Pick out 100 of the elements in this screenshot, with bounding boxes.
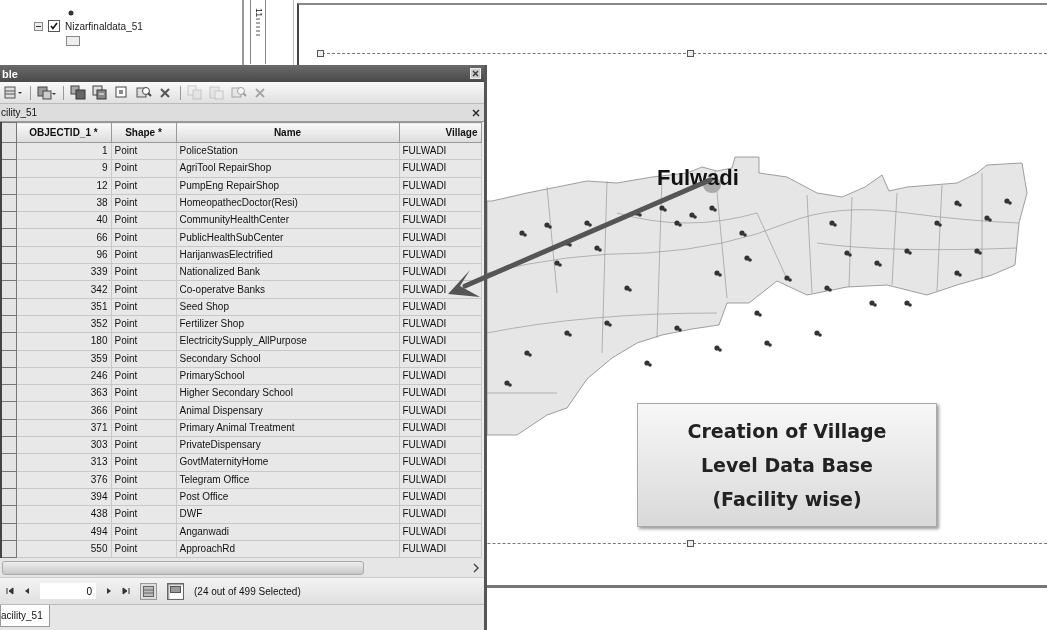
- table-cell: Seed Shop: [176, 298, 399, 316]
- table-cell: ElectricitySupply_AllPurpose: [176, 332, 399, 351]
- table-cell: PoliceStation: [176, 142, 399, 160]
- table-cell: FULWADI: [399, 246, 481, 264]
- table-cell: Point: [111, 505, 176, 524]
- table-cell: Point: [111, 298, 176, 316]
- table-cell: 359: [16, 350, 111, 368]
- selection-status: (24 out of 499 Selected): [194, 585, 301, 597]
- table-cell: Co-operatve Banks: [176, 280, 399, 299]
- layer-checkbox[interactable]: [48, 20, 60, 32]
- table-cell: 12: [16, 177, 111, 195]
- table-cell: 550: [16, 540, 111, 558]
- table-cell: Point: [111, 246, 176, 264]
- column-header[interactable]: Shape *: [111, 122, 176, 143]
- table-cell: Point: [111, 419, 176, 437]
- table-cell: Point: [111, 367, 176, 385]
- table-cell: FULWADI: [399, 159, 481, 178]
- table-cell: 494: [16, 523, 111, 541]
- table-cell: 66: [16, 229, 111, 247]
- table-tab[interactable]: cility_51: [1, 107, 38, 118]
- table-cell: FULWADI: [399, 419, 481, 437]
- table-cell: DWF: [176, 505, 399, 524]
- table-cell: PrimarySchool: [176, 367, 399, 385]
- show-selected-records-button[interactable]: [167, 582, 184, 600]
- ruler-label: 11: [253, 8, 263, 18]
- polygon-swatch-icon: [66, 36, 80, 46]
- table-cell: 180: [16, 332, 111, 351]
- table-cell: PublicHealthSubCenter: [176, 229, 399, 247]
- last-record-icon[interactable]: [122, 587, 130, 596]
- table-cell: FULWADI: [399, 384, 481, 402]
- show-all-records-button[interactable]: [140, 582, 157, 600]
- table-cell: 1: [16, 142, 111, 160]
- table-cell: Point: [111, 488, 176, 506]
- table-cell: FULWADI: [399, 298, 481, 316]
- table-cell: Point: [111, 436, 176, 454]
- table-cell: FULWADI: [399, 401, 481, 420]
- table-cell: 351: [16, 298, 111, 316]
- table-cell: 246: [16, 367, 111, 385]
- column-header[interactable]: OBJECTID_1 *: [16, 122, 111, 143]
- table-cell: 9: [16, 159, 111, 178]
- table-cell: Point: [111, 229, 176, 247]
- clear-selection-icon[interactable]: [114, 85, 130, 100]
- table-cell: Point: [111, 194, 176, 212]
- close-icon[interactable]: [472, 108, 480, 117]
- table-cell: Nationalized Bank: [176, 263, 399, 281]
- table-cell: FULWADI: [399, 505, 481, 524]
- select-all-header[interactable]: [1, 122, 16, 143]
- table-tab[interactable]: acility_51: [0, 605, 50, 628]
- switch-selection-icon[interactable]: [92, 85, 108, 100]
- all-records-icon: [143, 585, 154, 597]
- table-cell: FULWADI: [399, 194, 481, 212]
- previous-record-icon[interactable]: [24, 587, 30, 596]
- next-record-icon[interactable]: [106, 587, 112, 596]
- table-cell: Point: [111, 142, 176, 160]
- related-tables-icon[interactable]: [37, 85, 57, 100]
- layer-name[interactable]: Nizarfinaldata_51: [65, 20, 143, 32]
- selection-handle[interactable]: [317, 50, 324, 57]
- table-cell: Animal Dispensary: [176, 401, 399, 420]
- table-cell: Point: [111, 523, 176, 541]
- table-cell: 96: [16, 246, 111, 264]
- select-records-icon[interactable]: [70, 85, 86, 100]
- table-cell: FULWADI: [399, 453, 481, 472]
- table-cell: Primary Animal Treatment: [176, 419, 399, 437]
- table-cell: 339: [16, 263, 111, 281]
- table-cell: PumpEng RepairShop: [176, 177, 399, 195]
- point-symbol-icon: [68, 10, 74, 16]
- table-cell: Anganwadi: [176, 523, 399, 541]
- table-cell: Point: [111, 211, 176, 229]
- table-cell: Point: [111, 540, 176, 558]
- table-cell: Telegram Office: [176, 471, 399, 489]
- first-record-icon[interactable]: [6, 587, 14, 596]
- callout-box: Creation of Village Level Data Base (Facility wise): [637, 403, 937, 527]
- table-cell: GovtMaternityHome: [176, 453, 399, 472]
- table-cell: FULWADI: [399, 436, 481, 454]
- table-cell: Point: [111, 280, 176, 299]
- table-cell: FULWADI: [399, 315, 481, 333]
- table-cell: 40: [16, 211, 111, 229]
- table-cell: FULWADI: [399, 332, 481, 351]
- table-cell: 394: [16, 488, 111, 506]
- table-cell: FULWADI: [399, 367, 481, 385]
- column-header[interactable]: Name: [176, 122, 399, 143]
- table-cell: 342: [16, 280, 111, 299]
- collapse-icon[interactable]: [34, 21, 43, 31]
- zoom-to-selection-icon[interactable]: [136, 85, 152, 100]
- table-cell: FULWADI: [399, 177, 481, 195]
- table-cell: Point: [111, 350, 176, 368]
- table-cell: Point: [111, 177, 176, 195]
- selection-handle[interactable]: [687, 50, 694, 57]
- column-header[interactable]: Village: [399, 122, 481, 143]
- record-field[interactable]: 0: [40, 583, 96, 600]
- table-cell: FULWADI: [399, 540, 481, 558]
- table-cell: 371: [16, 419, 111, 437]
- table-options-icon[interactable]: [4, 85, 24, 100]
- scrollbar-thumb[interactable]: [2, 560, 364, 575]
- table-cell: 303: [16, 436, 111, 454]
- table-cell: Point: [111, 401, 176, 420]
- table-cell: AgriTool RepairShop: [176, 159, 399, 178]
- table-cell: Higher Secondary School: [176, 384, 399, 402]
- table-cell: CommunityHealthCenter: [176, 211, 399, 229]
- selection-handle[interactable]: [687, 540, 694, 547]
